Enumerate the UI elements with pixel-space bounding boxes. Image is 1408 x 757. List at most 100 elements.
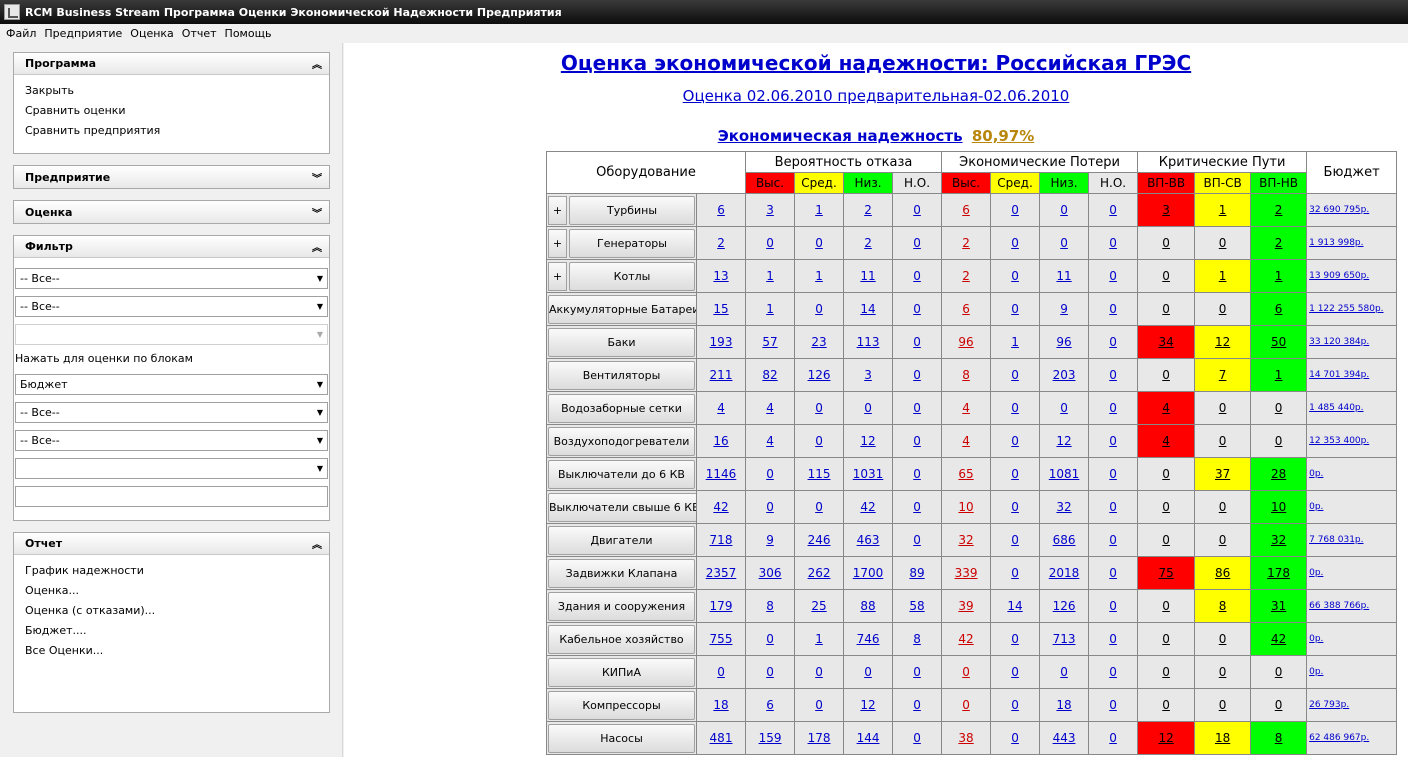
prob-link[interactable]: 0 — [913, 665, 921, 679]
critical-path-link[interactable]: 1 — [1275, 269, 1283, 283]
equipment-button[interactable]: Котлы — [569, 261, 695, 291]
critical-path-link[interactable]: 2 — [1275, 203, 1283, 217]
prob-link[interactable]: 0 — [815, 236, 823, 250]
prob-link[interactable]: 1031 — [853, 467, 884, 481]
menu-assessment[interactable]: Оценка — [126, 27, 178, 40]
critical-path-link[interactable]: 0 — [1219, 665, 1227, 679]
prob-link[interactable]: 126 — [808, 368, 831, 382]
loss-link[interactable]: 126 — [1053, 599, 1076, 613]
budget-link[interactable]: 12 353 400р. — [1309, 436, 1369, 446]
loss-link[interactable]: 0 — [1011, 203, 1019, 217]
loss-link[interactable]: 12 — [1056, 434, 1071, 448]
prob-link[interactable]: 0 — [913, 401, 921, 415]
critical-path-link[interactable]: 0 — [1275, 401, 1283, 415]
prob-link[interactable]: 178 — [808, 731, 831, 745]
menu-file[interactable]: Файл — [2, 27, 40, 40]
prob-link[interactable]: 1 — [815, 632, 823, 646]
loss-link[interactable]: 8 — [962, 368, 970, 382]
loss-link[interactable]: 0 — [1011, 368, 1019, 382]
prob-link[interactable]: 0 — [913, 500, 921, 514]
page-title[interactable]: Оценка экономической надежности: Российс… — [344, 51, 1408, 75]
prob-link[interactable]: 25 — [811, 599, 826, 613]
loss-link[interactable]: 10 — [958, 500, 973, 514]
critical-path-link[interactable]: 86 — [1215, 566, 1230, 580]
critical-path-link[interactable]: 0 — [1219, 434, 1227, 448]
panel-report-header[interactable]: Отчет ︽ — [14, 533, 329, 555]
prob-link[interactable]: 0 — [766, 500, 774, 514]
prob-link[interactable]: 0 — [815, 698, 823, 712]
loss-link[interactable]: 2018 — [1049, 566, 1080, 580]
prob-link[interactable]: 4 — [766, 401, 774, 415]
compare-assessments-link[interactable]: Сравнить оценки — [25, 101, 318, 121]
loss-link[interactable]: 0 — [1011, 401, 1019, 415]
total-link[interactable]: 18 — [713, 698, 728, 712]
panel-filter-header[interactable]: Фильтр ︽ — [14, 236, 329, 258]
loss-link[interactable]: 0 — [962, 665, 970, 679]
equipment-button[interactable]: Здания и сооружения — [548, 591, 695, 621]
critical-path-link[interactable]: 1 — [1219, 203, 1227, 217]
prob-link[interactable]: 9 — [766, 533, 774, 547]
collapse-up-icon[interactable]: ︽ — [312, 239, 322, 254]
loss-link[interactable]: 0 — [1109, 599, 1117, 613]
prob-link[interactable]: 4 — [766, 434, 774, 448]
total-link[interactable]: 755 — [710, 632, 733, 646]
critical-path-link[interactable]: 0 — [1162, 665, 1170, 679]
reliability-label[interactable]: Экономическая надежность — [718, 127, 963, 145]
critical-path-link[interactable]: 4 — [1162, 434, 1170, 448]
total-link[interactable]: 481 — [710, 731, 733, 745]
prob-link[interactable]: 0 — [864, 401, 872, 415]
menu-help[interactable]: Помощь — [221, 27, 276, 40]
budget-link[interactable]: 1 485 440р. — [1309, 403, 1363, 413]
budget-link[interactable]: 0р. — [1309, 634, 1323, 644]
prob-link[interactable]: 0 — [766, 467, 774, 481]
equipment-button[interactable]: Насосы — [548, 723, 695, 753]
total-link[interactable]: 2 — [717, 236, 725, 250]
assessment-subtitle[interactable]: Оценка 02.06.2010 предварительная-02.06.… — [344, 87, 1408, 105]
loss-link[interactable]: 0 — [1109, 698, 1117, 712]
expand-down-icon[interactable]: ︾ — [312, 205, 322, 220]
equipment-button[interactable]: Генераторы — [569, 228, 695, 258]
budget-link[interactable]: 13 909 650р. — [1309, 271, 1369, 281]
loss-link[interactable]: 713 — [1053, 632, 1076, 646]
loss-link[interactable]: 339 — [955, 566, 978, 580]
prob-link[interactable]: 0 — [913, 302, 921, 316]
equipment-button[interactable]: КИПиА — [548, 657, 695, 687]
loss-link[interactable]: 0 — [1011, 434, 1019, 448]
budget-link[interactable]: 62 486 967р. — [1309, 733, 1369, 743]
equipment-button[interactable]: Выключатели до 6 КВ — [548, 459, 695, 489]
loss-link[interactable]: 0 — [1011, 632, 1019, 646]
loss-link[interactable]: 0 — [1109, 401, 1117, 415]
loss-link[interactable]: 42 — [958, 632, 973, 646]
prob-link[interactable]: 0 — [913, 533, 921, 547]
critical-path-link[interactable]: 0 — [1162, 368, 1170, 382]
loss-link[interactable]: 0 — [1109, 632, 1117, 646]
filter-select-1[interactable]: -- Все-- ▼ — [15, 268, 328, 289]
prob-link[interactable]: 11 — [860, 269, 875, 283]
loss-link[interactable]: 0 — [1011, 302, 1019, 316]
loss-link[interactable]: 11 — [1056, 269, 1071, 283]
loss-link[interactable]: 0 — [1011, 566, 1019, 580]
budget-link[interactable]: 14 701 394р. — [1309, 370, 1369, 380]
expand-plus-icon[interactable]: + — [548, 195, 567, 225]
critical-path-link[interactable]: 32 — [1271, 533, 1286, 547]
budget-link[interactable]: 0р. — [1309, 469, 1323, 479]
budget-link[interactable]: 1 122 255 580р. — [1309, 304, 1383, 314]
loss-link[interactable]: 0 — [1109, 203, 1117, 217]
equipment-button[interactable]: Баки — [548, 327, 695, 357]
loss-link[interactable]: 0 — [1011, 467, 1019, 481]
prob-link[interactable]: 246 — [808, 533, 831, 547]
prob-link[interactable]: 0 — [913, 368, 921, 382]
total-link[interactable]: 193 — [710, 335, 733, 349]
critical-path-link[interactable]: 0 — [1275, 698, 1283, 712]
total-link[interactable]: 2357 — [706, 566, 737, 580]
total-link[interactable]: 179 — [710, 599, 733, 613]
critical-path-link[interactable]: 0 — [1162, 533, 1170, 547]
loss-link[interactable]: 96 — [958, 335, 973, 349]
critical-path-link[interactable]: 178 — [1267, 566, 1290, 580]
loss-link[interactable]: 1081 — [1049, 467, 1080, 481]
compare-enterprises-link[interactable]: Сравнить предприятия — [25, 121, 318, 141]
prob-link[interactable]: 12 — [860, 434, 875, 448]
expand-plus-icon[interactable]: + — [548, 261, 567, 291]
loss-link[interactable]: 14 — [1007, 599, 1022, 613]
loss-link[interactable]: 4 — [962, 434, 970, 448]
